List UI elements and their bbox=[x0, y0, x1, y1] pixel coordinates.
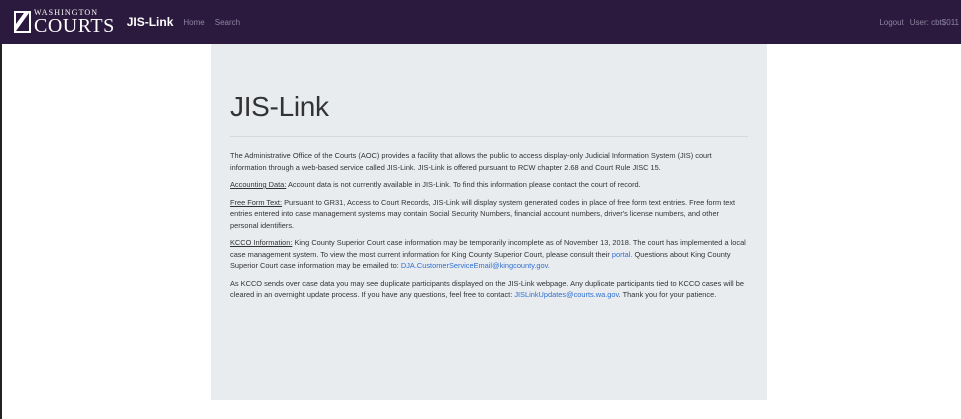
freeform-text: Pursuant to GR31, Access to Court Record… bbox=[230, 197, 736, 230]
accounting-paragraph: Accounting Data: Account data is not cur… bbox=[230, 179, 748, 191]
intro-paragraph: The Administrative Office of the Courts … bbox=[230, 151, 712, 172]
top-navbar: WASHINGTON COURTS JIS-Link Home Search L… bbox=[0, 0, 961, 44]
dup-text-2: . Thank you for your patience. bbox=[618, 290, 717, 299]
main-jumbotron: JIS-Link The Administrative Office of th… bbox=[211, 44, 767, 400]
nav-user-area: Logout User: cbt$011 bbox=[873, 0, 959, 44]
kcco-email-link[interactable]: DJA.CustomerServiceEmail@kingcounty.gov. bbox=[401, 261, 550, 270]
brand-link[interactable]: JIS-Link bbox=[127, 15, 174, 29]
courts-logo-icon bbox=[14, 11, 31, 33]
logout-link[interactable]: Logout bbox=[879, 18, 903, 27]
freeform-label: Free Form Text: bbox=[230, 197, 283, 207]
logo-bottom-text: COURTS bbox=[34, 14, 115, 37]
accounting-label: Accounting Data: bbox=[230, 180, 287, 189]
washington-courts-logo[interactable]: WASHINGTON COURTS bbox=[14, 5, 115, 39]
logo-text: WASHINGTON COURTS bbox=[34, 8, 115, 37]
nav-search-link[interactable]: Search bbox=[215, 18, 240, 27]
title-divider bbox=[230, 136, 748, 137]
jislink-email-link[interactable]: JISLinkUpdates@courts.wa.gov bbox=[514, 290, 618, 299]
user-label: User: cbt$011 bbox=[909, 17, 959, 27]
accounting-text: Account data is not currently available … bbox=[286, 180, 641, 189]
freeform-paragraph: Free Form Text: Pursuant to GR31, Access… bbox=[230, 197, 748, 232]
duplicate-paragraph: As KCCO sends over case data you may see… bbox=[230, 278, 748, 301]
page-title: JIS-Link bbox=[230, 91, 329, 122]
kcco-paragraph: KCCO Information: King County Superior C… bbox=[230, 237, 748, 272]
kcco-portal-link[interactable]: portal. bbox=[612, 250, 633, 259]
nav-home-link[interactable]: Home bbox=[183, 18, 204, 27]
kcco-label: KCCO Information: bbox=[230, 238, 293, 247]
window-left-border bbox=[0, 0, 2, 419]
